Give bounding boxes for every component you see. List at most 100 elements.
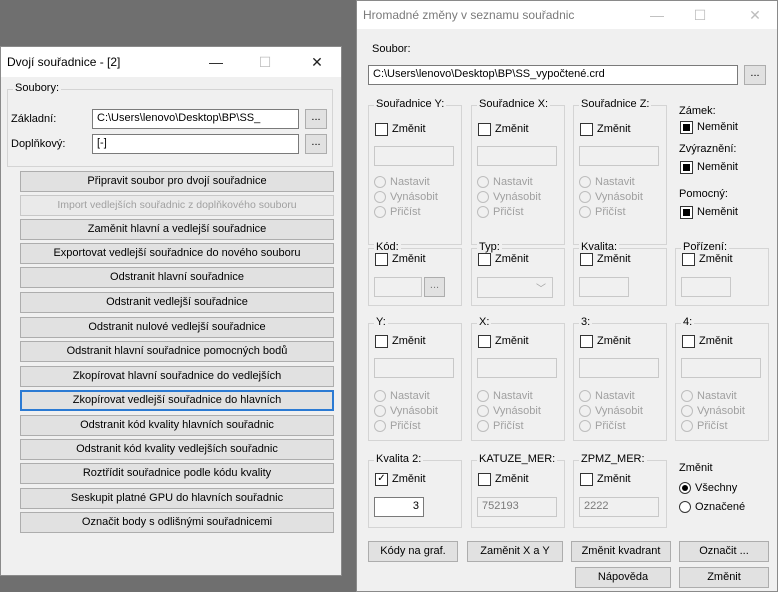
help-button[interactable]: Nápověda — [575, 567, 671, 588]
group-c3-title: 3: — [579, 316, 593, 328]
c3-multiply-radio — [579, 405, 591, 417]
scope-all-label: Všechny — [695, 482, 738, 494]
codes-to-graphics-button[interactable]: Kódy na graf. — [368, 541, 458, 562]
code-browse-button[interactable]: ... — [424, 277, 445, 297]
change-code-checkbox[interactable] — [375, 253, 388, 266]
remove-main-button[interactable]: Odstranit hlavní souřadnice — [20, 267, 334, 288]
z-set-label: Nastavit — [595, 176, 635, 188]
file-label: Soubor: — [372, 43, 411, 55]
change-y-checkbox[interactable] — [375, 123, 388, 136]
swap-xy-button[interactable]: Zaměnit X a Y — [467, 541, 563, 562]
window-title: Dvojí souřadnice - [2] — [7, 55, 121, 69]
copy-secondary-to-main-button[interactable]: Zkopírovat vedlejší souřadnice do hlavní… — [20, 390, 334, 411]
change-c4-label: Změnit — [699, 335, 733, 347]
highlight-keep-checkbox[interactable] — [680, 161, 693, 174]
remove-secondary-button[interactable]: Odstranit vedlejší souřadnice — [20, 292, 334, 313]
group-gpu-button[interactable]: Seskupit platné GPU do hlavních souřadni… — [20, 488, 334, 509]
change-quadrant-button[interactable]: Změnit kvadrant — [571, 541, 671, 562]
copy-main-to-secondary-button[interactable]: Zkopírovat hlavní souřadnice do vedlejší… — [20, 366, 334, 387]
aux-browse-button[interactable]: ... — [305, 134, 327, 154]
group-zpmz-title: ZPMZ_MER: — [579, 453, 647, 465]
change-quality2-label: Změnit — [392, 473, 426, 485]
x-value-field — [477, 146, 557, 166]
change-x-checkbox[interactable] — [478, 123, 491, 136]
group-coord-x-title: Souřadnice X: — [477, 98, 551, 110]
change-code-label: Změnit — [392, 253, 426, 265]
lock-keep-label: Neměnit — [697, 121, 738, 133]
export-secondary-button[interactable]: Exportovat vedlejší souřadnice do nového… — [20, 243, 334, 264]
y-add-radio — [374, 206, 386, 218]
y-multiply-label: Vynásobit — [390, 191, 438, 203]
change-type-checkbox[interactable] — [478, 253, 491, 266]
scope-marked-radio[interactable] — [679, 501, 691, 513]
c1-add-radio — [374, 420, 386, 432]
group-katuze: KATUZE_MER: — [471, 453, 565, 528]
change-acquisition-checkbox[interactable] — [682, 253, 695, 266]
katuze-value-field: 752193 — [477, 497, 557, 517]
mark-different-button[interactable]: Označit body s odlišnými souřadnicemi — [20, 512, 334, 533]
c1-set-radio — [374, 390, 386, 402]
change-katuze-checkbox[interactable] — [478, 473, 491, 486]
c2-value-field — [477, 358, 557, 378]
c2-add-label: Přičíst — [493, 420, 524, 432]
zpmz-value-field: 2222 — [579, 497, 659, 517]
remove-zero-secondary-button[interactable]: Odstranit nulové vedlejší souřadnice — [20, 317, 334, 338]
y-value-field — [374, 146, 454, 166]
minimize-icon[interactable]: — — [204, 52, 228, 72]
dual-coordinates-window: Dvojí souřadnice - [2] — ☐ ✕ Soubory: Zá… — [0, 46, 342, 576]
file-path-field[interactable]: C:\Users\lenovo\Desktop\BP\SS_vypočtené.… — [368, 65, 738, 85]
c1-value-field — [374, 358, 454, 378]
change-c4-checkbox[interactable] — [682, 335, 695, 348]
change-katuze-label: Změnit — [495, 473, 529, 485]
y-add-label: Přičíst — [390, 206, 421, 218]
prepare-file-button[interactable]: Připravit soubor pro dvojí souřadnice — [20, 171, 334, 192]
file-browse-button[interactable]: ... — [744, 65, 766, 85]
change-c3-checkbox[interactable] — [580, 335, 593, 348]
acquisition-value-field — [681, 277, 731, 297]
scope-marked-label: Označené — [695, 501, 746, 513]
change-c2-checkbox[interactable] — [478, 335, 491, 348]
group-type-title: Typ: — [477, 241, 502, 253]
x-multiply-radio — [477, 191, 489, 203]
lock-keep-checkbox[interactable] — [680, 121, 693, 134]
aux-label: Pomocný: — [679, 188, 728, 200]
group-code-title: Kód: — [374, 241, 401, 253]
remove-main-quality-button[interactable]: Odstranit kód kvality hlavních souřadnic — [20, 415, 334, 436]
change-quality-label: Změnit — [597, 253, 631, 265]
close-icon[interactable]: ✕ — [305, 52, 329, 72]
apply-button[interactable]: Změnit — [679, 567, 769, 588]
aux-keep-label: Neměnit — [697, 206, 738, 218]
remove-secondary-quality-button[interactable]: Odstranit kód kvality vedlejších souřadn… — [20, 439, 334, 460]
change-acquisition-label: Změnit — [699, 253, 733, 265]
maximize-icon: ☐ — [693, 7, 707, 23]
base-browse-button[interactable]: ... — [305, 109, 327, 129]
change-quality2-checkbox[interactable]: ✓ — [375, 473, 388, 486]
c1-add-label: Přičíst — [390, 420, 421, 432]
group-acquisition-title: Pořízení: — [681, 241, 730, 253]
window-title: Hromadné změny v seznamu souřadnic — [363, 8, 575, 22]
change-quality-checkbox[interactable] — [580, 253, 593, 266]
minimize-icon[interactable]: — — [645, 5, 669, 25]
title-bar[interactable]: Dvojí souřadnice - [2] — ☐ ✕ — [1, 47, 341, 77]
quality2-value-field[interactable]: 3 — [374, 497, 424, 517]
c2-set-radio — [477, 390, 489, 402]
scope-all-radio[interactable] — [679, 482, 691, 494]
swap-main-secondary-button[interactable]: Zaměnit hlavní a vedlejší souřadnice — [20, 219, 334, 240]
close-icon[interactable]: ✕ — [743, 5, 767, 25]
group-quality2: Kvalita 2: — [368, 453, 462, 528]
aux-file-field[interactable]: [-] — [92, 134, 299, 154]
c1-multiply-radio — [374, 405, 386, 417]
title-bar[interactable]: Hromadné změny v seznamu souřadnic — ☐ ✕ — [357, 1, 777, 29]
sort-by-quality-button[interactable]: Roztřídit souřadnice podle kódu kvality — [20, 463, 334, 484]
change-c1-checkbox[interactable] — [375, 335, 388, 348]
change-zpmz-checkbox[interactable] — [580, 473, 593, 486]
mark-button[interactable]: Označit ... — [679, 541, 769, 562]
x-add-radio — [477, 206, 489, 218]
highlight-keep-label: Neměnit — [697, 161, 738, 173]
remove-main-aux-points-button[interactable]: Odstranit hlavní souřadnice pomocných bo… — [20, 341, 334, 362]
change-c2-label: Změnit — [495, 335, 529, 347]
group-quality2-title: Kvalita 2: — [374, 453, 424, 465]
base-file-field[interactable]: C:\Users\lenovo\Desktop\BP\SS_ — [92, 109, 299, 129]
aux-keep-checkbox[interactable] — [680, 206, 693, 219]
change-z-checkbox[interactable] — [580, 123, 593, 136]
